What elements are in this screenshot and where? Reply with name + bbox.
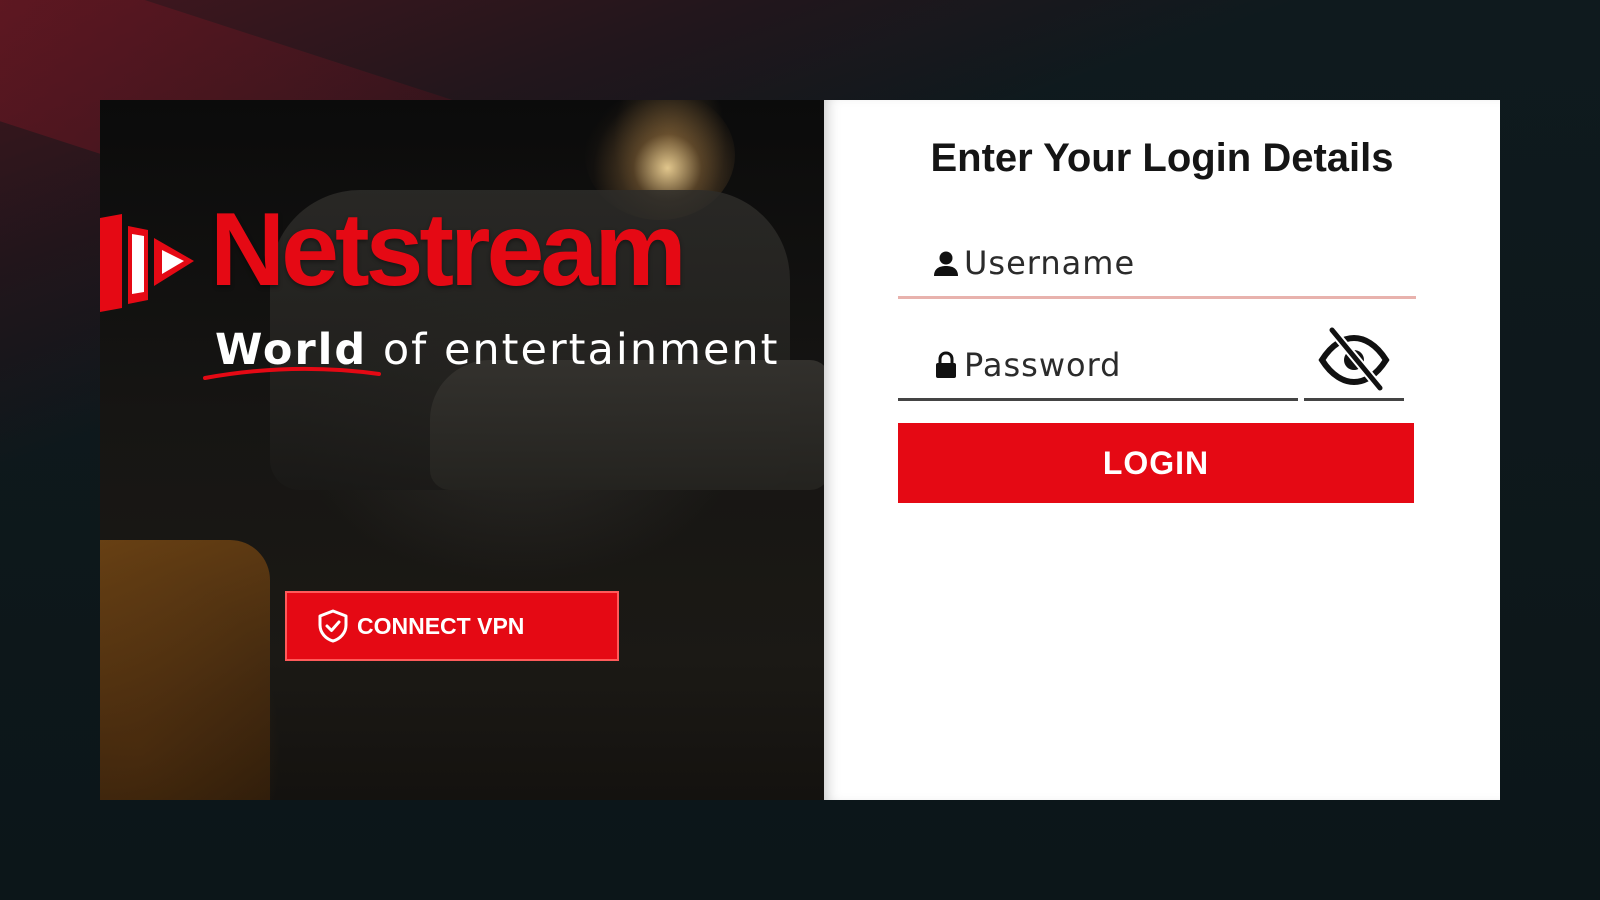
username-field	[898, 230, 1416, 299]
password-field	[898, 332, 1298, 401]
password-input[interactable]	[964, 346, 1284, 384]
shield-check-icon	[318, 609, 348, 643]
username-input[interactable]	[964, 244, 1384, 282]
page-title: Enter Your Login Details	[930, 136, 1394, 180]
tagline-rest: of entertainment	[382, 325, 780, 375]
tagline-swoosh	[203, 366, 381, 380]
brand-name: Netstream	[210, 192, 687, 308]
play-logo-icon	[100, 214, 194, 312]
login-button[interactable]: LOGIN	[898, 423, 1414, 503]
login-form-panel: Enter Your Login Details LOGIN	[824, 100, 1500, 800]
netstream-logo: Netstream	[100, 198, 824, 314]
password-visibility-toggle[interactable]	[1304, 320, 1404, 401]
lock-icon	[936, 351, 956, 378]
brand-panel: Netstream World of entertainment CONNECT…	[100, 100, 824, 800]
connect-vpn-label: CONNECT VPN	[357, 612, 525, 639]
connect-vpn-button[interactable]: CONNECT VPN	[285, 591, 619, 661]
ottoman-image	[100, 540, 270, 800]
user-icon	[934, 251, 958, 276]
sofa-seat-image	[430, 360, 824, 490]
eye-off-icon	[1318, 327, 1390, 391]
login-card: Netstream World of entertainment CONNECT…	[100, 100, 1500, 800]
